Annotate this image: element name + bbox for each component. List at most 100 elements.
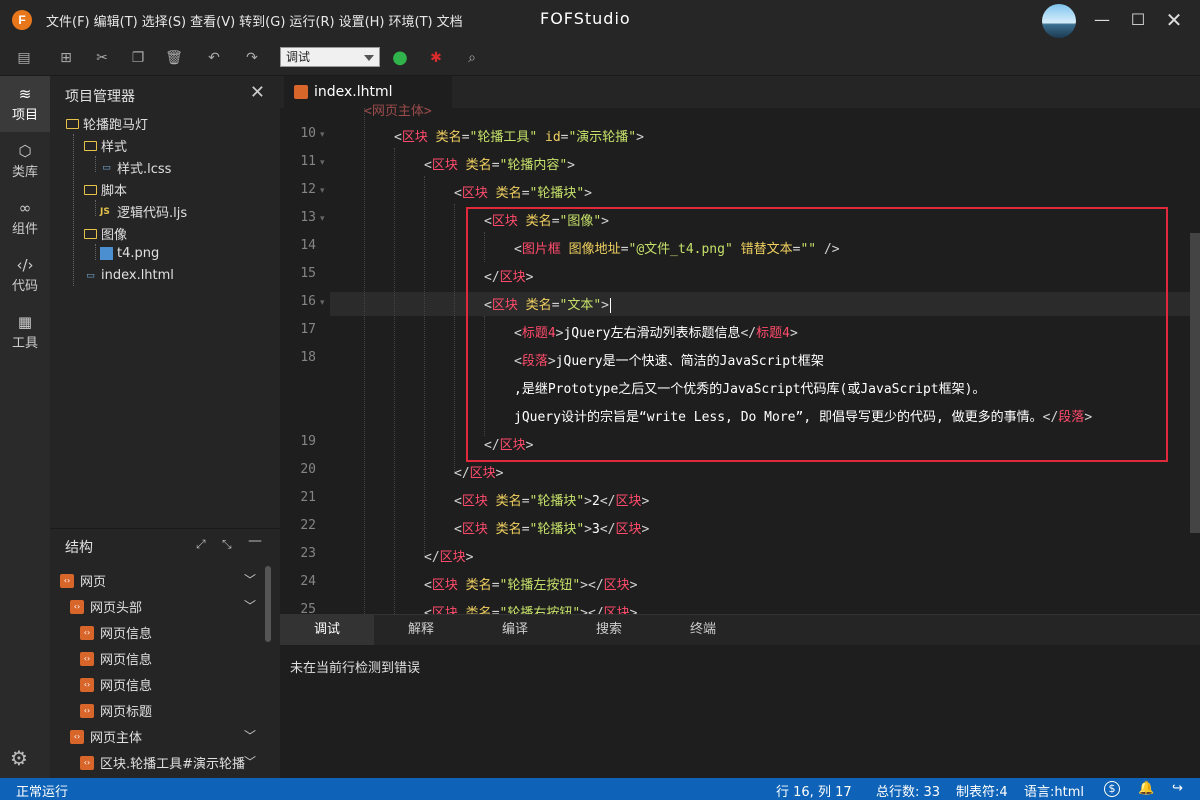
menu-bar: 文件(F) 编辑(T) 选择(S) 查看(V) 转到(G) 运行(R) 设置(H…	[46, 11, 463, 30]
collapse-icon[interactable]: ⤡	[222, 537, 232, 552]
tree-folder-images[interactable]: 图像	[84, 224, 127, 243]
line-number: 19	[300, 434, 316, 449]
scrollbar[interactable]	[265, 566, 271, 642]
tree-node[interactable]: ‹› 网页主体	[70, 727, 142, 746]
element-icon: ‹›	[80, 651, 94, 666]
cut-icon[interactable]: ✂	[92, 48, 112, 68]
minimize-icon[interactable]: —	[1092, 10, 1112, 30]
file-icon: ▭	[102, 162, 111, 173]
link-icon: ∞	[18, 199, 32, 217]
close-icon[interactable]: ✕	[1164, 10, 1184, 30]
title-bar: F 文件(F) 编辑(T) 选择(S) 查看(V) 转到(G) 运行(R) 设置…	[0, 0, 1200, 40]
app-logo-icon: F	[12, 10, 32, 30]
tree-node[interactable]: ‹› 网页信息	[80, 649, 152, 668]
mode-select[interactable]: 调试	[280, 47, 380, 67]
chevron-down-icon[interactable]: ﹀	[244, 597, 256, 614]
line-number: 21	[300, 490, 316, 505]
tab-debug[interactable]: 调试	[280, 615, 374, 645]
bell-icon[interactable]: 🔔	[1138, 781, 1154, 796]
tree-node[interactable]: ‹› 网页信息	[80, 675, 152, 694]
tab-interpret[interactable]: 解释	[374, 615, 468, 645]
new-file-icon[interactable]: ⊞	[56, 48, 76, 68]
activity-code[interactable]: ‹/› 代码	[0, 247, 50, 303]
chevron-down-icon[interactable]: ﹀	[244, 753, 256, 770]
activity-project[interactable]: ≋ 项目	[0, 76, 50, 132]
bottom-tab-bar: 调试 解释 编译 搜索 终端	[280, 615, 1200, 645]
tree-folder-scripts[interactable]: 脚本	[84, 180, 127, 199]
tree-folder-styles[interactable]: 样式	[84, 136, 127, 155]
menu-environment[interactable]: 环境(T)	[389, 11, 433, 30]
folder-icon	[84, 140, 97, 151]
save-icon[interactable]: ▤	[14, 48, 34, 68]
structure-panel: 结构 ⤢ ⤡ — ‹› 网页 ﹀ ‹› 网页头部 ﹀ ‹› 网页信息 ‹› 网页信息 ‹…	[50, 528, 280, 778]
tree-file-lcss[interactable]: ▭ 样式.lcss	[100, 158, 171, 177]
tree-file-lhtml[interactable]: ▭ index.lhtml	[84, 268, 174, 283]
currency-icon[interactable]: $	[1104, 781, 1120, 797]
tree-node[interactable]: ‹› 区块.轮播工具#演示轮播	[80, 753, 245, 772]
line-number: 23	[300, 546, 316, 561]
window-title: FOFStudio	[540, 9, 631, 28]
panel-title: 项目管理器	[65, 89, 135, 105]
avatar[interactable]	[1042, 4, 1076, 38]
line-number: 10	[300, 126, 316, 141]
chevron-down-icon	[364, 55, 374, 61]
menu-file[interactable]: 文件(F)	[46, 11, 90, 30]
folder-icon	[84, 184, 97, 195]
panel-title: 结构	[65, 540, 93, 556]
fold-icon[interactable]: ▾	[320, 158, 325, 168]
inspect-icon[interactable]: ⌕	[462, 48, 482, 68]
feedback-icon[interactable]: ↪	[1172, 781, 1183, 796]
tree-node[interactable]: ‹› 网页标题	[80, 701, 152, 720]
activity-components[interactable]: ∞ 组件	[0, 190, 50, 246]
chevron-down-icon[interactable]: ﹀	[244, 727, 256, 744]
fold-icon[interactable]: ▾	[320, 186, 325, 196]
tab-search[interactable]: 搜索	[562, 615, 656, 645]
menu-edit[interactable]: 编辑(T)	[94, 11, 138, 30]
tree-file-png[interactable]: t4.png	[100, 246, 159, 261]
tab-compile[interactable]: 编译	[468, 615, 562, 645]
tree-file-ljs[interactable]: JS 逻辑代码.ljs	[100, 202, 187, 221]
menu-view[interactable]: 查看(V)	[190, 11, 235, 30]
menu-docs[interactable]: 文档	[437, 11, 463, 30]
close-icon[interactable]: ✕	[250, 82, 265, 103]
redo-icon[interactable]: ↷	[242, 48, 262, 68]
tools-icon: ▦	[17, 313, 33, 331]
status-cursor-position[interactable]: 行 16, 列 17	[776, 781, 852, 800]
scrollbar[interactable]	[1190, 233, 1200, 533]
status-bar: 正常运行 行 16, 列 17 总行数: 33 制表符:4 语言:html $ …	[0, 778, 1200, 800]
code-line: <区块 类名="轮播右按钮"></区块>	[424, 606, 638, 614]
tab-terminal[interactable]: 终端	[656, 615, 750, 645]
js-file-icon: JS	[100, 206, 110, 217]
tree-node[interactable]: ‹› 网页	[60, 571, 106, 590]
tree-root[interactable]: 轮播跑马灯	[66, 114, 148, 133]
cube-icon: ⬡	[18, 142, 32, 160]
delete-icon[interactable]: 🗑	[164, 48, 184, 68]
undo-icon[interactable]: ↶	[204, 48, 224, 68]
fold-icon[interactable]: ▾	[320, 130, 325, 140]
activity-bar: ≋ 项目 ⬡ 类库 ∞ 组件 ‹/› 代码 ▦ 工具	[0, 76, 50, 778]
copy-icon[interactable]: ❐	[128, 48, 148, 68]
tree-node[interactable]: ‹› 网页头部	[70, 597, 142, 616]
maximize-icon[interactable]: ☐	[1128, 10, 1148, 30]
menu-run[interactable]: 运行(R)	[289, 11, 334, 30]
status-tab-size[interactable]: 制表符:4	[956, 781, 1008, 800]
minimize-panel-icon[interactable]: —	[248, 533, 262, 549]
run-icon[interactable]: ●	[390, 48, 410, 68]
gear-icon[interactable]: ⚙	[10, 746, 28, 770]
activity-tools[interactable]: ▦ 工具	[0, 304, 50, 360]
fold-icon[interactable]: ▾	[320, 214, 325, 224]
line-number: 16	[300, 294, 316, 309]
fold-icon[interactable]: ▾	[320, 298, 325, 308]
tree-node[interactable]: ‹› 网页信息	[80, 623, 152, 642]
code-editor[interactable]: index.lhtml <网页主体> 10 ▾ <区块 类名="轮播工具" id=…	[280, 76, 1200, 614]
chevron-down-icon[interactable]: ﹀	[244, 571, 256, 588]
line-number: 24	[300, 574, 316, 589]
expand-icon[interactable]: ⤢	[196, 537, 206, 552]
element-icon: ‹›	[70, 729, 84, 744]
menu-select[interactable]: 选择(S)	[142, 11, 186, 30]
status-language[interactable]: 语言:html	[1024, 781, 1084, 800]
menu-settings[interactable]: 设置(H)	[339, 11, 385, 30]
debug-bug-icon[interactable]: ✱	[426, 48, 446, 68]
menu-goto[interactable]: 转到(G)	[239, 11, 285, 30]
activity-library[interactable]: ⬡ 类库	[0, 133, 50, 189]
